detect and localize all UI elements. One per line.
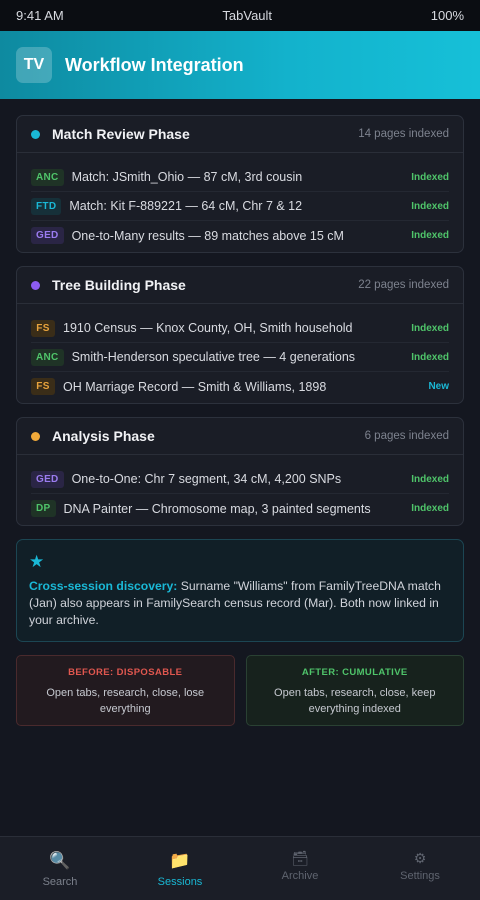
source-badge: ANC [31, 348, 64, 366]
phase-count: 6 pages indexed [364, 430, 449, 442]
status-time: 9:41 AM [16, 8, 64, 23]
status-app-name: TabVault [222, 8, 273, 23]
list-item[interactable]: FTD Match: Kit F-889221 — 64 cM, Chr 7 &… [31, 192, 449, 221]
list-item[interactable]: GED One-to-One: Chr 7 segment, 34 cM, 4,… [31, 465, 449, 494]
status-badge: Indexed [411, 503, 449, 514]
phase-count: 14 pages indexed [358, 128, 449, 140]
page-title: Workflow Integration [65, 54, 244, 75]
status-badge: Indexed [411, 171, 449, 183]
magnifier-icon: 🔍 [49, 851, 71, 870]
page-title-text: 1910 Census — Knox County, OH, Smith hou… [63, 321, 353, 335]
source-badge: GED [31, 227, 64, 244]
phase-list: FS 1910 Census — Knox County, OH, Smith … [17, 304, 463, 403]
phase-dot-icon [31, 431, 40, 441]
tab-sessions[interactable]: 📁 Sessions [120, 837, 240, 900]
page-title-text: Match: JSmith_Ohio — 87 cM, 3rd cousin [71, 170, 303, 184]
phase-count: 22 pages indexed [358, 279, 449, 291]
source-badge: FTD [31, 197, 62, 215]
source-badge: GED [31, 470, 64, 488]
phase-title: Tree Building Phase [52, 277, 186, 293]
phase-dot-icon [31, 280, 40, 290]
list-item[interactable]: FS OH Marriage Record — Smith & Williams… [31, 372, 449, 401]
discovery-text: Cross-session discovery: Surname "Willia… [29, 578, 451, 629]
tab-label: Settings [400, 870, 440, 882]
phase-card-analysis: Analysis Phase 6 pages indexed GED One-t… [16, 417, 464, 526]
tab-label: Search [42, 876, 78, 888]
before-title: BEFORE: DISPOSABLE [68, 667, 183, 678]
discovery-callout: ★ Cross-session discovery: Surname "Will… [16, 539, 464, 642]
source-badge: FS [31, 319, 55, 337]
list-item[interactable]: GED One-to-Many results — 89 matches abo… [31, 221, 449, 250]
main-content: Match Review Phase 14 pages indexed ANC … [0, 99, 480, 726]
status-badge: Indexed [411, 473, 449, 485]
phase-card-tree-building: Tree Building Phase 22 pages indexed FS … [16, 266, 464, 404]
page-title-text: Match: Kit F-889221 — 64 cM, Chr 7 & 12 [69, 199, 303, 213]
page-title-text: OH Marriage Record — Smith & Williams, 1… [63, 379, 327, 394]
after-body: Open tabs, research, close, keep everyth… [274, 687, 436, 715]
app-logo: TV [16, 47, 52, 83]
phase-title: Match Review Phase [52, 126, 190, 142]
gear-icon: ⚙ [413, 850, 427, 866]
list-item[interactable]: ANC Match: JSmith_Ohio — 87 cM, 3rd cous… [31, 163, 449, 192]
page-title-text: One-to-One: Chr 7 segment, 34 cM, 4,200 … [71, 472, 342, 486]
tab-settings[interactable]: ⚙ Settings [360, 837, 480, 900]
phase-header[interactable]: Match Review Phase 14 pages indexed [17, 116, 463, 153]
status-badge: New [428, 381, 449, 392]
phase-card-match-review: Match Review Phase 14 pages indexed ANC … [16, 115, 464, 253]
phase-list: ANC Match: JSmith_Ohio — 87 cM, 3rd cous… [17, 153, 463, 252]
phase-dot-icon [31, 129, 40, 139]
phase-title: Analysis Phase [52, 428, 155, 444]
discovery-lead: Cross-session discovery: [29, 579, 178, 593]
source-badge: FS [31, 378, 55, 395]
bottom-tab-bar: 🔍 Search 📁 Sessions 🗃 Archive ⚙ Settings [0, 836, 480, 900]
page-title-text: DNA Painter — Chromosome map, 3 painted … [63, 501, 371, 516]
before-after-comparison: BEFORE: DISPOSABLE Open tabs, research, … [16, 655, 464, 726]
list-item[interactable]: DP DNA Painter — Chromosome map, 3 paint… [31, 494, 449, 523]
status-bar: 9:41 AM TabVault 100% [0, 0, 480, 31]
tab-search[interactable]: 🔍 Search [0, 837, 120, 900]
folder-icon: 📁 [169, 851, 191, 870]
phase-header[interactable]: Analysis Phase 6 pages indexed [17, 418, 463, 455]
status-battery: 100% [430, 8, 464, 23]
before-box: BEFORE: DISPOSABLE Open tabs, research, … [16, 655, 235, 726]
status-badge: Indexed [411, 322, 449, 334]
card-box-icon: 🗃 [291, 850, 309, 866]
tab-label: Sessions [157, 876, 203, 888]
tab-label: Archive [281, 870, 319, 882]
phase-header[interactable]: Tree Building Phase 22 pages indexed [17, 267, 463, 304]
star-icon: ★ [29, 552, 45, 571]
after-title: AFTER: CUMULATIVE [301, 667, 408, 678]
status-badge: Indexed [411, 351, 449, 363]
after-box: AFTER: CUMULATIVE Open tabs, research, c… [245, 655, 464, 726]
source-badge: ANC [31, 168, 64, 186]
status-badge: Indexed [411, 230, 449, 241]
list-item[interactable]: ANC Smith-Henderson speculative tree — 4… [31, 343, 449, 372]
tab-archive[interactable]: 🗃 Archive [240, 837, 360, 900]
app-header: TV Workflow Integration [0, 31, 480, 99]
before-body: Open tabs, research, close, lose everyth… [46, 687, 205, 715]
page-title-text: Smith-Henderson speculative tree — 4 gen… [71, 350, 356, 364]
phase-list: GED One-to-One: Chr 7 segment, 34 cM, 4,… [17, 455, 463, 525]
list-item[interactable]: FS 1910 Census — Knox County, OH, Smith … [31, 314, 449, 343]
source-badge: DP [31, 500, 56, 517]
page-title-text: One-to-Many results — 89 matches above 1… [71, 228, 344, 243]
status-badge: Indexed [411, 200, 449, 212]
